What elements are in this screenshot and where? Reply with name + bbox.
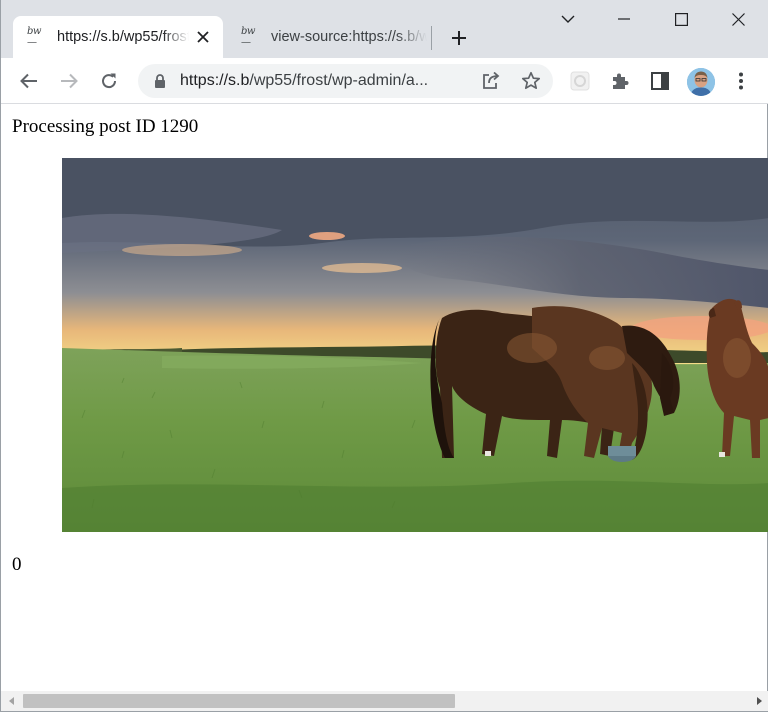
plus-icon [452, 31, 466, 45]
horses-grazing-photo [62, 158, 768, 532]
url-host: https://s.b [180, 72, 250, 89]
reload-button[interactable] [93, 65, 125, 97]
maximize-button[interactable] [658, 4, 704, 34]
scrollbar-thumb[interactable] [23, 694, 455, 708]
maximize-icon [674, 12, 688, 26]
close-window-button[interactable] [715, 4, 761, 34]
star-icon[interactable] [519, 69, 543, 93]
tab-title: https://s.b/wp55/frost/wp-admin/admin.ph… [57, 29, 189, 45]
tab-strip: bw— https://s.b/wp55/frost/wp-admin/admi… [1, 0, 768, 58]
scroll-left-icon[interactable] [3, 691, 20, 711]
tab-active[interactable]: bw— https://s.b/wp55/frost/wp-admin/admi… [13, 16, 223, 58]
kebab-menu-icon[interactable] [725, 65, 757, 97]
scroll-right-icon[interactable] [750, 691, 767, 711]
result-count-text: 0 [12, 554, 22, 575]
puzzle-icon[interactable] [604, 65, 636, 97]
close-icon [731, 12, 745, 26]
address-bar[interactable]: https://s.b/wp55/frost/wp-admin/a... [138, 64, 553, 98]
reload-icon [102, 73, 117, 89]
back-button[interactable] [13, 65, 45, 97]
close-tab-icon[interactable] [193, 27, 213, 47]
tab-separator [431, 26, 432, 50]
back-arrow-icon [20, 73, 37, 89]
minimize-button[interactable] [601, 4, 647, 34]
new-tab-button[interactable] [447, 26, 471, 50]
horizontal-scrollbar[interactable] [1, 691, 768, 711]
minimize-icon [618, 18, 630, 20]
url-text[interactable]: https://s.b/wp55/frost/wp-admin/a... [180, 72, 470, 90]
url-path: /wp55/frost/wp-admin/a... [249, 72, 429, 89]
tab-search-button[interactable] [545, 4, 591, 34]
forward-button[interactable] [53, 65, 85, 97]
chevron-down-icon [561, 15, 575, 23]
forward-arrow-icon [61, 73, 78, 89]
side-panel-icon[interactable] [644, 65, 676, 97]
tab-title: view-source:https://s.b/wp55/frost [271, 29, 427, 45]
extension-icon[interactable] [564, 65, 596, 97]
bw-logo-icon: bw— [27, 26, 41, 48]
profile-avatar[interactable] [687, 68, 715, 96]
processing-status-text: Processing post ID 1290 [12, 116, 199, 137]
page-content: Processing post ID 1290 0 [1, 105, 768, 691]
bw-logo-icon: bw— [241, 26, 255, 48]
browser-toolbar: https://s.b/wp55/frost/wp-admin/a... [1, 58, 768, 104]
share-icon[interactable] [479, 69, 503, 93]
lock-icon[interactable] [152, 73, 168, 89]
browser-window: bw— https://s.b/wp55/frost/wp-admin/admi… [0, 0, 768, 712]
tab-view-source[interactable]: bw— view-source:https://s.b/wp55/frost [227, 16, 427, 58]
